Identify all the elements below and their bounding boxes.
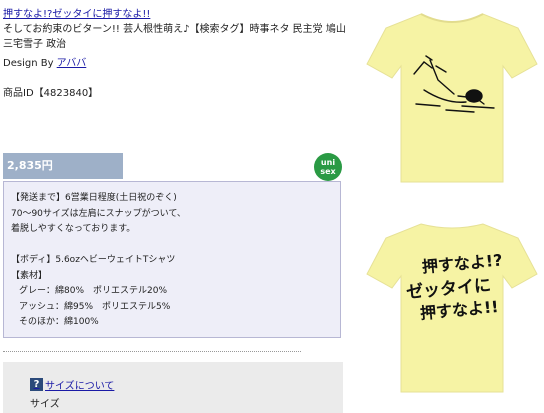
price-bar: 2,835円	[3, 153, 123, 179]
design-by-label: Design By	[3, 58, 54, 69]
size-panel: ? サイズについて サイズ	[3, 362, 343, 413]
product-info-box: 【発送まで】6営業日程度(土日祝のぞく) 70～90サイズは左肩にスナップがつい…	[3, 181, 341, 338]
size-info-link[interactable]: ? サイズについて	[30, 377, 114, 392]
unisex-line-1: uni	[320, 158, 336, 167]
material-line: グレー：綿80% ポリエステル20%	[19, 286, 168, 296]
info-line: 【発送まで】6営業日程度(土日祝のぞく)	[11, 193, 177, 203]
unisex-badge-icon: uni sex	[314, 153, 342, 181]
info-line: 【素材】	[11, 270, 48, 281]
info-line: 70～90サイズは左肩にスナップがついて、	[11, 208, 186, 219]
divider	[3, 351, 301, 352]
unisex-line-2: sex	[320, 167, 336, 176]
info-line: 着脱しやすくなっております。	[11, 224, 136, 234]
help-icon: ?	[30, 378, 43, 391]
product-title-link[interactable]: 押すなよ!?ゼッタイに押すなよ!!	[3, 5, 150, 20]
info-line: 【ボディ】5.6ozヘビーウェイトTシャツ	[11, 255, 176, 265]
product-description: そしてお約束のビターン!! 芸人根性萌え♪【検索タグ】時事ネタ 民主党 鳩山 三…	[3, 24, 346, 50]
design-by: Design By アババ	[3, 54, 86, 69]
material-line: そのほか：綿100%	[19, 317, 99, 327]
designer-link[interactable]: アババ	[57, 58, 87, 69]
material-line: アッシュ：綿95% ポリエステル5%	[19, 301, 171, 312]
tshirt-back-image[interactable]: 押すなよ!? ゼッタイに 押すなよ!!	[366, 218, 538, 396]
size-info-link-label: サイズについて	[45, 381, 115, 392]
item-id: 商品ID【4823840】	[3, 88, 99, 99]
size-label: サイズ	[30, 399, 60, 410]
tshirt-front-image[interactable]	[366, 8, 538, 186]
